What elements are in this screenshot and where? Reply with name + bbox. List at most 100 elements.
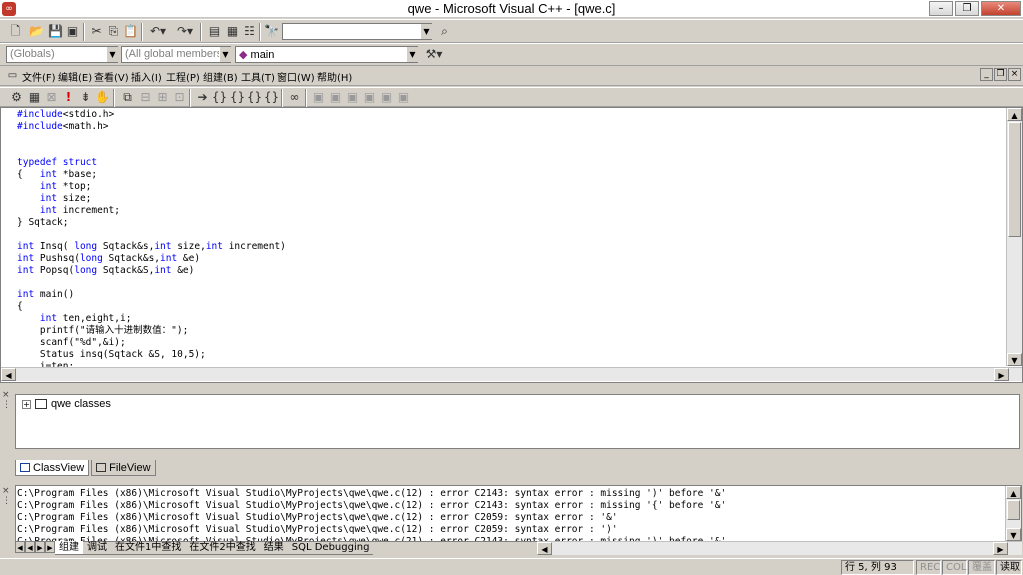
find-in-files-icon[interactable]: 🔭 — [263, 23, 280, 40]
code-line[interactable]: #include<stdio.h> — [17, 109, 286, 121]
scroll-right-icon[interactable]: ▶ — [994, 368, 1009, 381]
mdi-close-button[interactable]: × — [1008, 68, 1021, 81]
output-line[interactable]: C:\Program Files (x86)\Microsoft Visual … — [17, 488, 726, 500]
code-line[interactable]: int main() — [17, 289, 286, 301]
tab-first-icon[interactable]: ◀ — [15, 541, 25, 553]
scroll-up-icon[interactable]: ▲ — [1006, 486, 1021, 499]
apply-code-changes-icon[interactable]: ⊡ — [171, 89, 188, 106]
expand-icon[interactable]: + — [22, 399, 31, 409]
save-all-icon[interactable]: ▣ — [64, 23, 81, 40]
scroll-left-icon[interactable]: ◀ — [537, 542, 552, 555]
execute-icon[interactable]: ! — [60, 89, 77, 106]
maximize-button[interactable]: ❐ — [955, 1, 979, 16]
save-icon[interactable]: 💾 — [47, 23, 64, 40]
watch-window-icon[interactable]: ▣ — [310, 89, 327, 106]
code-line[interactable]: int Popsq(long Sqtack&S,int &e) — [17, 265, 286, 277]
code-line[interactable] — [17, 145, 286, 157]
breakpoint-icon[interactable]: ✋ — [94, 89, 111, 106]
code-line[interactable]: printf("请输入十进制数值："); — [17, 325, 286, 337]
code-line[interactable] — [17, 229, 286, 241]
code-line[interactable]: int *top; — [17, 181, 286, 193]
code-line[interactable]: scanf("%d",&i); — [17, 337, 286, 349]
menu-insert[interactable]: 插入(I) — [131, 69, 162, 84]
tab-results[interactable]: 结果 — [259, 541, 288, 555]
registers-window-icon[interactable]: ▣ — [344, 89, 361, 106]
class-combo[interactable]: (Globals) ▼ — [6, 46, 118, 63]
menu-project[interactable]: 工程(P) — [166, 69, 200, 84]
tab-prev-icon[interactable]: ◀ — [25, 541, 35, 553]
code-line[interactable]: int size; — [17, 193, 286, 205]
step-into-icon[interactable]: {} — [211, 89, 228, 106]
tab-find-in-files-2[interactable]: 在文件2中查找 — [185, 541, 260, 555]
output-line[interactable]: C:\Program Files (x86)\Microsoft Visual … — [17, 512, 726, 524]
document-icon[interactable]: ▭ — [4, 67, 21, 84]
code-line[interactable]: int Insq( long Sqtack&s,int size,int inc… — [17, 241, 286, 253]
compile-icon[interactable]: ⚙ — [8, 89, 25, 106]
build-icon[interactable]: ▦ — [26, 89, 43, 106]
chevron-down-icon[interactable]: ▼ — [420, 24, 432, 39]
menu-file[interactable]: 文件(F) — [22, 69, 56, 84]
chevron-down-icon[interactable]: ▼ — [406, 47, 418, 62]
tab-debug[interactable]: 调试 — [83, 541, 111, 555]
output-vertical-scrollbar[interactable]: ▲ ▼ — [1005, 486, 1021, 541]
variables-window-icon[interactable]: ▣ — [327, 89, 344, 106]
code-line[interactable]: } Sqtack; — [17, 217, 286, 229]
menu-build[interactable]: 组建(B) — [203, 69, 238, 84]
code-line[interactable]: #include<math.h> — [17, 121, 286, 133]
new-file-icon[interactable]: 🗋 — [7, 23, 24, 40]
chevron-down-icon[interactable]: ▼ — [219, 47, 231, 62]
scroll-up-icon[interactable]: ▲ — [1007, 108, 1022, 121]
menu-edit[interactable]: 编辑(E) — [58, 69, 92, 84]
class-view-tree[interactable]: + qwe classes — [15, 394, 1020, 449]
code-line[interactable]: int ten,eight,i; — [17, 313, 286, 325]
pane-grip-icon[interactable]: ⋮ — [2, 496, 11, 506]
disassembly-window-icon[interactable]: ▣ — [395, 89, 412, 106]
paste-icon[interactable]: 📋 — [122, 23, 139, 40]
find-combo[interactable]: ▼ — [282, 23, 432, 40]
scrollbar-thumb[interactable] — [1007, 500, 1020, 520]
debug-stop-icon[interactable]: ⊟ — [137, 89, 154, 106]
output-line[interactable]: C:\Program Files (x86)\Microsoft Visual … — [17, 500, 726, 512]
output-line[interactable]: C:\Program Files (x86)\Microsoft Visual … — [17, 524, 726, 536]
stop-build-icon[interactable]: ⊠ — [43, 89, 60, 106]
code-line[interactable]: Status insq(Sqtack &S, 10,5); — [17, 349, 286, 361]
editor-horizontal-scrollbar[interactable]: ◀ ▶ — [1, 367, 1022, 381]
menu-view[interactable]: 查看(V) — [94, 69, 129, 84]
code-line[interactable]: { int *base; — [17, 169, 286, 181]
tab-classview[interactable]: ClassView — [15, 460, 90, 476]
tree-item-qwe-classes[interactable]: + qwe classes — [22, 398, 111, 410]
wizard-action-icon[interactable]: ⚒▾ — [421, 46, 447, 63]
quickwatch-icon[interactable]: ∞ — [286, 89, 303, 106]
menu-help[interactable]: 帮助(H) — [317, 69, 352, 84]
scroll-down-icon[interactable]: ▼ — [1007, 353, 1022, 366]
step-out-icon[interactable]: {} — [246, 89, 263, 106]
redo-icon[interactable]: ↷▾ — [173, 23, 197, 40]
editor-vertical-scrollbar[interactable]: ▲ ▼ — [1006, 108, 1022, 366]
close-icon[interactable]: × — [2, 390, 10, 400]
scroll-down-icon[interactable]: ▼ — [1006, 528, 1021, 541]
members-combo[interactable]: ◆ main ▼ — [235, 46, 418, 63]
debug-restart-icon[interactable]: ⧉ — [119, 89, 136, 106]
scrollbar-thumb[interactable] — [1008, 122, 1021, 237]
close-icon[interactable]: × — [2, 486, 10, 496]
source-code[interactable]: #include<stdio.h> #include<math.h> typedef… — [17, 109, 286, 373]
go-icon[interactable]: ⇟ — [77, 89, 94, 106]
code-editor[interactable]: #include<stdio.h> #include<math.h> typedef… — [0, 107, 1023, 383]
chevron-down-icon[interactable]: ▼ — [106, 47, 118, 62]
mdi-minimize-button[interactable]: _ — [980, 68, 993, 81]
tab-sql-debugging[interactable]: SQL Debugging — [287, 541, 374, 555]
step-over-icon[interactable]: {} — [229, 89, 246, 106]
cut-icon[interactable]: ✂ — [88, 23, 105, 40]
tab-build[interactable]: 组建 — [55, 541, 83, 555]
tab-next-icon[interactable]: ▶ — [35, 541, 45, 553]
output-window[interactable]: C:\Program Files (x86)\Microsoft Visual … — [15, 485, 1022, 542]
menu-window[interactable]: 窗口(W) — [277, 69, 315, 84]
show-next-statement-icon[interactable]: ➔ — [194, 89, 211, 106]
tab-find-in-files-1[interactable]: 在文件1中查找 — [111, 541, 186, 555]
window-list-icon[interactable]: ☷ — [241, 23, 258, 40]
scroll-left-icon[interactable]: ◀ — [1, 368, 16, 381]
workspace-window-icon[interactable]: ▤ — [206, 23, 223, 40]
tab-fileview[interactable]: FileView — [91, 460, 156, 476]
break-execution-icon[interactable]: ⊞ — [154, 89, 171, 106]
scroll-right-icon[interactable]: ▶ — [993, 542, 1008, 555]
